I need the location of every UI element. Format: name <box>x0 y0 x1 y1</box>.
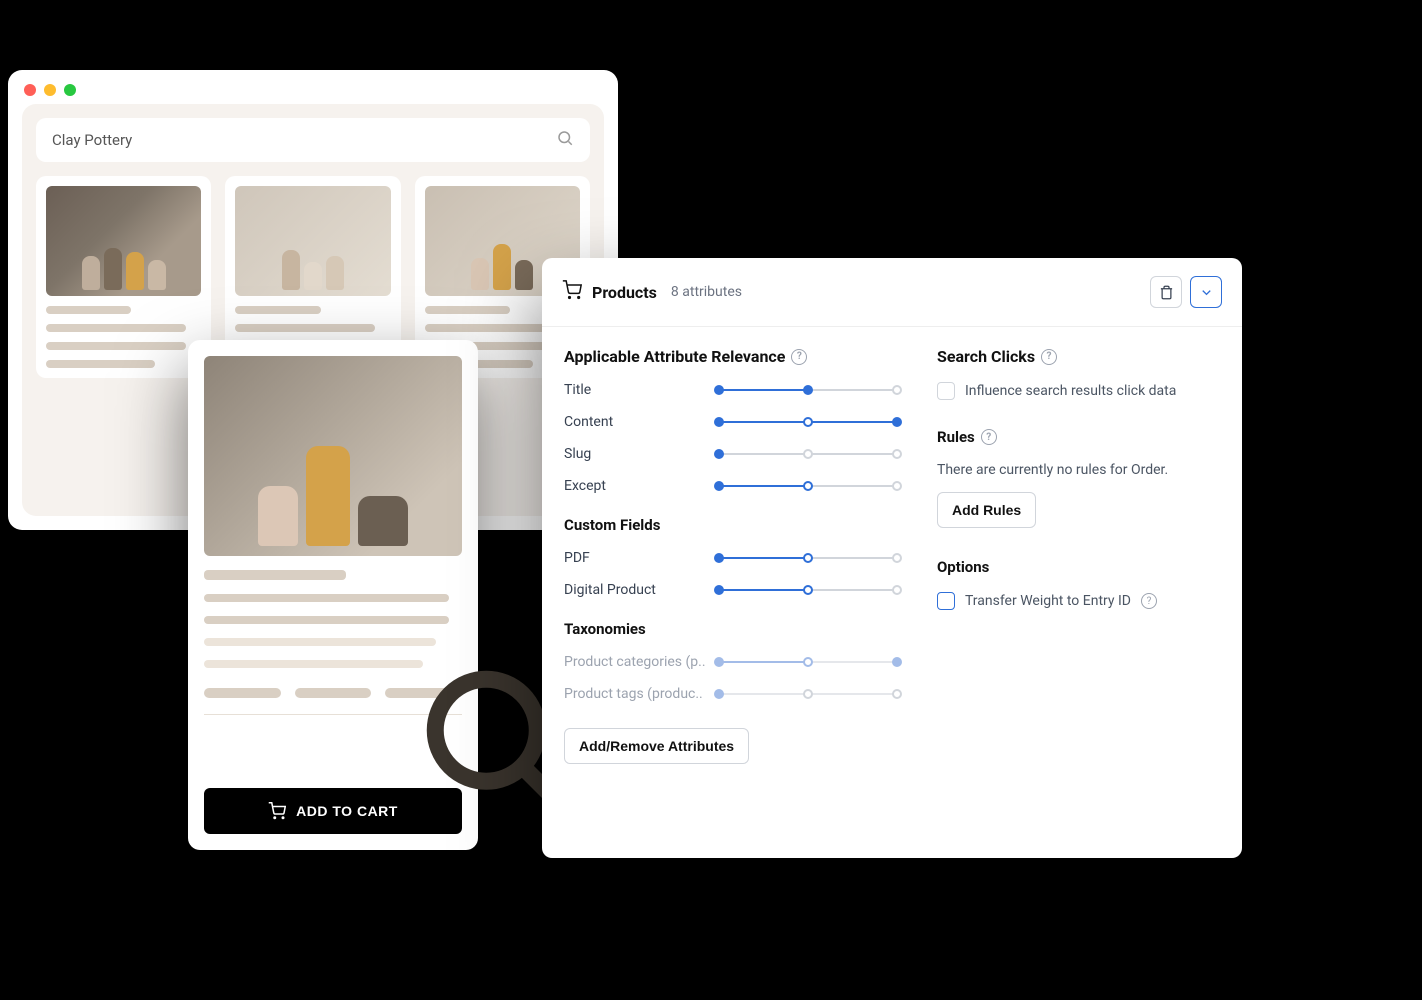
slider-dot-mid <box>803 585 813 595</box>
slider-dot-end <box>892 585 902 595</box>
attribute-row: Digital Product <box>564 582 897 598</box>
relevance-slider[interactable] <box>719 420 897 424</box>
slider-dot-end <box>892 689 902 699</box>
add-remove-attributes-button[interactable]: Add/Remove Attributes <box>564 728 749 764</box>
relevance-slider[interactable] <box>719 660 897 664</box>
add-to-cart-label: ADD TO CART <box>296 803 398 819</box>
help-icon[interactable]: ? <box>981 429 997 445</box>
attribute-row: Slug <box>564 446 897 462</box>
chevron-down-icon <box>1199 285 1214 300</box>
slider-dot-start <box>714 481 724 491</box>
attribute-label: Title <box>564 382 719 398</box>
slider-dot-start <box>714 553 724 563</box>
relevance-slider[interactable] <box>719 556 897 560</box>
section-search-clicks-title: Search Clicks ? <box>937 347 1220 366</box>
panel-header: Products 8 attributes <box>542 258 1242 327</box>
cart-icon <box>268 802 286 820</box>
slider-dot-start <box>714 449 724 459</box>
add-rules-button[interactable]: Add Rules <box>937 492 1036 528</box>
attribute-label: Content <box>564 414 719 430</box>
help-icon[interactable]: ? <box>791 349 807 365</box>
window-controls <box>8 70 618 104</box>
help-icon[interactable]: ? <box>1041 349 1057 365</box>
transfer-weight-checkbox-row[interactable]: Transfer Weight to Entry ID ? <box>937 592 1220 610</box>
expand-button[interactable] <box>1190 276 1222 308</box>
slider-dot-start <box>714 417 724 427</box>
search-input[interactable]: Clay Pottery <box>36 118 590 162</box>
checkbox-unchecked <box>937 592 955 610</box>
attribute-label: Slug <box>564 446 719 462</box>
panel-title: Products <box>592 283 657 302</box>
attribute-row: Title <box>564 382 897 398</box>
close-window-dot[interactable] <box>24 84 36 96</box>
relevance-slider[interactable] <box>719 484 897 488</box>
attribute-label: Except <box>564 478 719 494</box>
relevance-slider[interactable] <box>719 692 897 696</box>
section-rules-title: Rules ? <box>937 428 1220 446</box>
influence-clicks-checkbox-row[interactable]: Influence search results click data <box>937 382 1220 400</box>
relevance-slider[interactable] <box>719 452 897 456</box>
slider-dot-end <box>892 657 902 667</box>
slider-dot-end <box>892 481 902 491</box>
product-card[interactable] <box>36 176 211 378</box>
slider-dot-mid <box>803 689 813 699</box>
maximize-window-dot[interactable] <box>64 84 76 96</box>
panel-right-column: Search Clicks ? Influence search results… <box>937 347 1220 764</box>
slider-dot-start <box>714 657 724 667</box>
checkbox-unchecked <box>937 382 955 400</box>
relevance-slider[interactable] <box>719 388 897 392</box>
attribute-label: Product tags (produc.. <box>564 686 719 702</box>
slider-dot-mid <box>803 553 813 563</box>
relevance-slider[interactable] <box>719 588 897 592</box>
slider-dot-start <box>714 585 724 595</box>
attribute-label: Product categories (p.. <box>564 654 719 670</box>
product-detail-image <box>204 356 462 556</box>
slider-dot-mid <box>803 417 813 427</box>
minimize-window-dot[interactable] <box>44 84 56 96</box>
attribute-row: PDF <box>564 550 897 566</box>
section-options-title: Options <box>937 558 1220 576</box>
attribute-row: Product categories (p.. <box>564 654 897 670</box>
slider-dot-start <box>714 689 724 699</box>
slider-dot-start <box>714 385 724 395</box>
attribute-row: Except <box>564 478 897 494</box>
slider-dot-mid <box>803 481 813 491</box>
section-relevance-title: Applicable Attribute Relevance ? <box>564 347 897 366</box>
slider-dot-end <box>892 385 902 395</box>
search-icon <box>556 129 574 151</box>
influence-clicks-label: Influence search results click data <box>965 383 1176 399</box>
attribute-row: Product tags (produc.. <box>564 686 897 702</box>
cart-icon <box>562 280 582 304</box>
slider-dot-end <box>892 553 902 563</box>
help-icon[interactable]: ? <box>1141 593 1157 609</box>
transfer-weight-label: Transfer Weight to Entry ID <box>965 593 1131 609</box>
slider-dot-end <box>892 417 902 427</box>
section-taxonomies-title: Taxonomies <box>564 620 897 638</box>
slider-dot-mid <box>803 657 813 667</box>
attribute-row: Content <box>564 414 897 430</box>
slider-dot-mid <box>803 449 813 459</box>
slider-dot-mid <box>803 385 813 395</box>
attribute-relevance-column: Applicable Attribute Relevance ? Title C… <box>564 347 897 764</box>
attribute-label: Digital Product <box>564 582 719 598</box>
trash-icon <box>1159 285 1174 300</box>
panel-subtitle: 8 attributes <box>671 284 742 300</box>
attribute-label: PDF <box>564 550 719 566</box>
delete-button[interactable] <box>1150 276 1182 308</box>
product-config-panel: Products 8 attributes Applicable Attribu… <box>542 258 1242 858</box>
section-custom-fields-title: Custom Fields <box>564 516 897 534</box>
rules-empty-text: There are currently no rules for Order. <box>937 462 1220 478</box>
slider-dot-end <box>892 449 902 459</box>
search-value: Clay Pottery <box>52 131 132 149</box>
